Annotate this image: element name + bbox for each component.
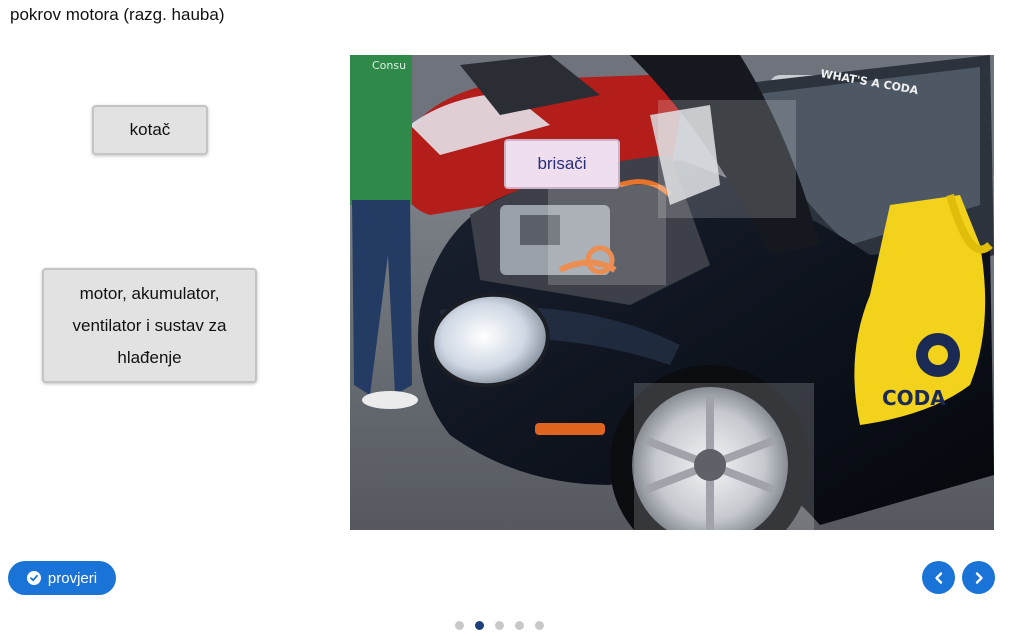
prev-button[interactable] (922, 561, 955, 594)
page-dot-3[interactable] (495, 621, 504, 630)
car-photo: Consu WHAT'S A CODA CODA brisači (350, 55, 994, 530)
drop-zone-wheel[interactable] (634, 383, 814, 530)
check-circle-icon (26, 571, 41, 585)
bag-logo-text: CODA (882, 386, 946, 410)
page-dot-1[interactable] (455, 621, 464, 630)
chevron-left-icon (934, 571, 942, 584)
shirt-text: Consu (372, 59, 406, 72)
page-title: pokrov motora (razg. hauba) (10, 5, 225, 24)
drag-item-kotac[interactable]: kotač (92, 105, 208, 155)
check-button-label: provjeri (47, 569, 98, 587)
page-dot-4[interactable] (515, 621, 524, 630)
page-dot-2[interactable] (475, 621, 484, 630)
drop-zone-hood[interactable] (658, 100, 796, 218)
chevron-right-icon (975, 571, 983, 584)
drag-item-motor[interactable]: motor, akumulator, ventilator i sustav z… (42, 268, 257, 383)
pagination-dots (455, 621, 544, 631)
drop-zone-engine[interactable] (548, 185, 666, 285)
next-button[interactable] (962, 561, 995, 594)
check-button[interactable]: provjeri (8, 561, 116, 595)
placed-label-brisaci[interactable]: brisači (504, 139, 620, 189)
page-dot-5[interactable] (535, 621, 544, 630)
